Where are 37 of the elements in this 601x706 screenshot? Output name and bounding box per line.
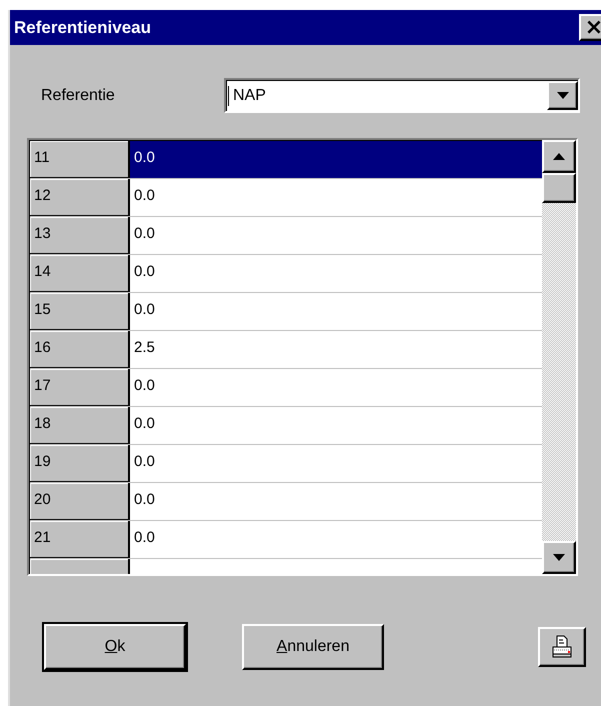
cancel-button[interactable]: Annuleren bbox=[242, 624, 384, 670]
table-cell[interactable]: 0.0 bbox=[130, 179, 542, 216]
table-cell[interactable]: 0.0 bbox=[130, 141, 542, 178]
row-header[interactable]: 11 bbox=[30, 141, 130, 178]
table-cell[interactable]: 0.0 bbox=[130, 445, 542, 482]
row-header[interactable]: 15 bbox=[30, 293, 130, 330]
row-header[interactable]: 21 bbox=[30, 521, 130, 558]
row-header[interactable]: 17 bbox=[30, 369, 130, 406]
table-cell[interactable]: 0.0 bbox=[130, 217, 542, 254]
row-header[interactable]: 16 bbox=[30, 331, 130, 368]
close-button[interactable]: × bbox=[579, 14, 601, 41]
dropdown-arrow-icon bbox=[556, 92, 568, 99]
table-cell[interactable]: 0.0 bbox=[130, 255, 542, 292]
row-header[interactable]: 20 bbox=[30, 483, 130, 520]
scrollbar[interactable] bbox=[542, 140, 576, 574]
field-label: Referentie bbox=[41, 86, 116, 104]
down-arrow-icon bbox=[553, 554, 565, 561]
window-title: Referentieniveau bbox=[14, 18, 152, 38]
row-header[interactable]: 13 bbox=[30, 217, 130, 254]
row-header[interactable]: 14 bbox=[30, 255, 130, 292]
row-header[interactable]: 18 bbox=[30, 407, 130, 444]
scroll-down-button[interactable] bbox=[542, 541, 576, 574]
scroll-up-button[interactable] bbox=[542, 140, 576, 173]
table-cell[interactable]: 2.5 bbox=[130, 331, 542, 368]
table-cell[interactable]: 0.0 bbox=[130, 483, 542, 520]
row-header[interactable]: 19 bbox=[30, 445, 130, 482]
reference-dropdown[interactable]: NAP bbox=[224, 78, 580, 113]
scroll-thumb[interactable] bbox=[542, 173, 576, 203]
up-arrow-icon bbox=[553, 153, 565, 160]
table-cell[interactable]: 0.0 bbox=[130, 407, 542, 444]
print-button[interactable] bbox=[538, 627, 586, 667]
row-header[interactable]: 12 bbox=[30, 179, 130, 216]
table-cell[interactable]: 0.0 bbox=[130, 369, 542, 406]
table-cell[interactable]: 0.0 bbox=[130, 521, 542, 558]
ok-button[interactable]: Ok bbox=[44, 624, 186, 670]
printer-icon bbox=[550, 635, 574, 659]
table-cell[interactable]: 0.0 bbox=[130, 293, 542, 330]
